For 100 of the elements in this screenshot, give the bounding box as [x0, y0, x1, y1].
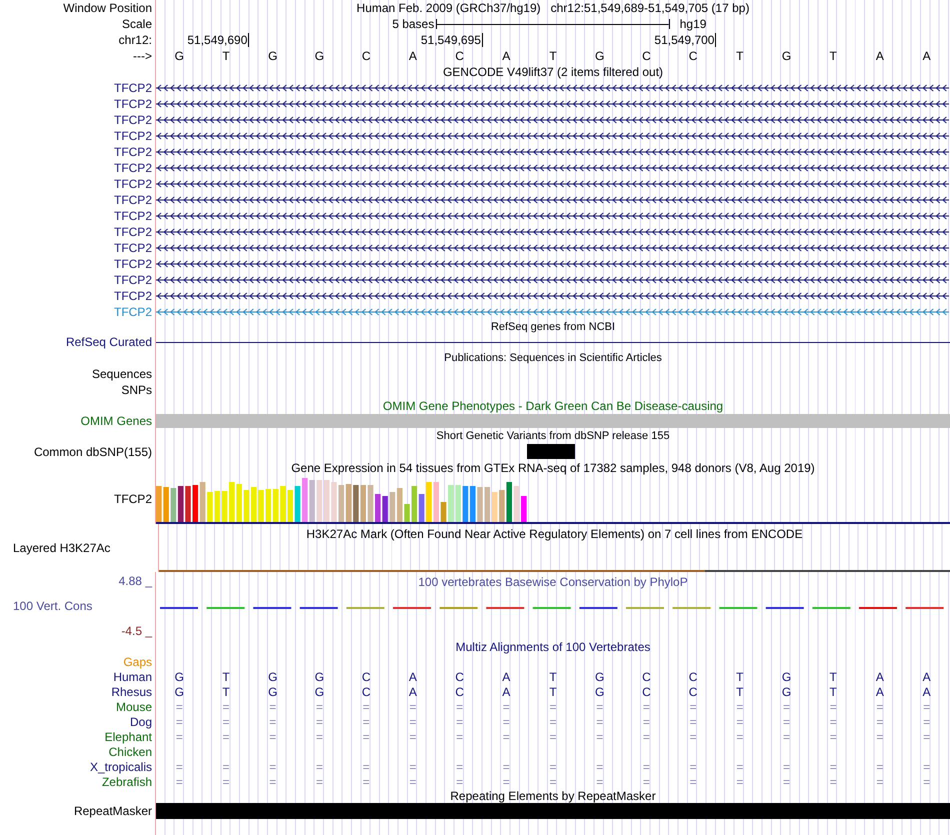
- gene-label[interactable]: TFCP2: [114, 177, 152, 191]
- gene-label[interactable]: TFCP2: [114, 225, 152, 239]
- species-label[interactable]: Chicken: [108, 744, 152, 758]
- gene-label[interactable]: TFCP2: [114, 241, 152, 255]
- base-letter: G: [268, 49, 278, 63]
- base-letter: G: [174, 684, 184, 698]
- base-letter: A: [502, 49, 510, 63]
- match-mark: =: [876, 774, 884, 788]
- match-mark: =: [222, 700, 230, 714]
- track-label[interactable]: TFCP2: [114, 492, 152, 506]
- match-mark: =: [783, 714, 790, 728]
- match-mark: =: [502, 700, 510, 714]
- match-mark: =: [690, 774, 697, 788]
- base-letter: C: [688, 49, 698, 63]
- base-letter: A: [876, 684, 884, 698]
- match-mark: =: [456, 714, 464, 728]
- match-mark: =: [736, 714, 744, 728]
- axis-min-label: -4.5 _: [121, 624, 152, 638]
- gene-label[interactable]: TFCP2: [114, 129, 152, 143]
- track-label: chr12:: [118, 32, 153, 48]
- track-label[interactable]: Sequences: [92, 367, 152, 381]
- species-label[interactable]: Elephant: [104, 730, 152, 744]
- track-title[interactable]: OMIM Gene Phenotypes - Dark Green Can Be Disease-causing: [382, 399, 724, 413]
- match-mark: =: [456, 760, 464, 774]
- base-letter: C: [455, 684, 464, 698]
- base-letter: G: [314, 684, 324, 698]
- scale-text: 5 bases: [392, 17, 436, 31]
- gene-label[interactable]: TFCP2: [114, 97, 152, 111]
- match-mark: =: [549, 774, 556, 788]
- track-title[interactable]: Repeating Elements by RepeatMasker: [450, 789, 656, 803]
- track-label[interactable]: RepeatMasker: [74, 804, 152, 818]
- match-mark: =: [596, 730, 604, 744]
- match-mark: =: [502, 760, 510, 774]
- base-letter: C: [362, 670, 370, 684]
- gene-label[interactable]: TFCP2: [114, 81, 152, 95]
- gene-label[interactable]: TFCP2: [114, 289, 152, 303]
- species-label[interactable]: Mouse: [116, 700, 152, 714]
- track-title[interactable]: Multiz Alignments of 100 Vertebrates: [456, 640, 650, 654]
- species-label[interactable]: Human: [113, 670, 152, 684]
- species-label[interactable]: Rhesus: [111, 684, 152, 698]
- base-letter: C: [362, 684, 370, 698]
- match-mark: =: [176, 700, 183, 714]
- track-title[interactable]: Short Genetic Variants from dbSNP release 155: [436, 430, 670, 442]
- position-label: 51,549,700: [654, 33, 716, 47]
- gene-label[interactable]: TFCP2: [114, 273, 152, 287]
- match-mark: =: [316, 774, 323, 788]
- track-label[interactable]: Layered H3K27Ac: [13, 541, 110, 555]
- match-mark: =: [549, 700, 556, 714]
- track-label: Scale: [120, 16, 153, 32]
- base-letter: G: [314, 670, 324, 684]
- track-title[interactable]: 100 vertebrates Basewise Conservation by PhyloP: [418, 575, 688, 589]
- base-letter: C: [455, 670, 464, 684]
- match-mark: =: [362, 700, 370, 714]
- match-mark: =: [409, 700, 416, 714]
- base-letter: A: [876, 670, 884, 684]
- track-label[interactable]: OMIM Genes: [80, 414, 152, 428]
- track-label[interactable]: SNPs: [121, 383, 152, 397]
- base-letter: A: [502, 670, 510, 684]
- base-letter: G: [782, 670, 792, 684]
- species-label[interactable]: X_tropicalis: [90, 760, 152, 774]
- match-mark: =: [456, 774, 464, 788]
- gene-label[interactable]: TFCP2: [114, 257, 152, 271]
- base-letter: G: [174, 49, 184, 63]
- track-label[interactable]: RefSeq Curated: [66, 335, 152, 349]
- gene-label[interactable]: TFCP2: [114, 305, 152, 319]
- match-mark: =: [222, 774, 230, 788]
- base-letter: A: [408, 670, 417, 684]
- track-title[interactable]: Gene Expression in 54 tissues from GTEx RNA-seq of 17382 samples, 948 donors (V8, Aug 2019): [291, 461, 815, 475]
- match-mark: =: [222, 760, 230, 774]
- gene-label[interactable]: TFCP2: [114, 161, 152, 175]
- match-mark: =: [830, 700, 837, 714]
- base-letter: C: [362, 49, 370, 63]
- track-label[interactable]: Common dbSNP(155): [34, 445, 152, 459]
- match-mark: =: [269, 774, 276, 788]
- gene-label[interactable]: TFCP2: [114, 209, 152, 223]
- match-mark: =: [549, 730, 556, 744]
- match-mark: =: [596, 700, 604, 714]
- match-mark: =: [316, 700, 323, 714]
- track-title[interactable]: RefSeq genes from NCBI: [490, 320, 616, 334]
- track-label[interactable]: 100 Vert. Cons: [0, 599, 92, 613]
- position-label: 51,549,690: [187, 33, 250, 47]
- track-title[interactable]: Publications: Sequences in Scientific Articles: [444, 352, 662, 364]
- track-title[interactable]: H3K27Ac Mark (Often Found Near Active Regulatory Elements) on 7 cell lines from ENCODE: [306, 527, 803, 541]
- position-label: 51,549,695: [420, 33, 483, 47]
- match-mark: =: [409, 730, 416, 744]
- match-mark: =: [176, 714, 183, 728]
- match-mark: =: [876, 730, 884, 744]
- gene-label[interactable]: TFCP2: [114, 145, 152, 159]
- gene-label[interactable]: TFCP2: [114, 193, 152, 207]
- gene-label[interactable]: TFCP2: [114, 113, 152, 127]
- match-mark: =: [736, 760, 744, 774]
- track-title[interactable]: GENCODE V49lift37 (2 items filtered out): [442, 65, 664, 79]
- match-mark: =: [456, 730, 464, 744]
- base-letter: T: [549, 684, 557, 698]
- match-mark: =: [176, 774, 183, 788]
- species-label[interactable]: Dog: [130, 714, 152, 728]
- track-label: Window Position: [62, 0, 153, 16]
- match-mark: =: [690, 730, 697, 744]
- base-letter: T: [222, 49, 230, 63]
- species-label[interactable]: Zebrafish: [102, 774, 152, 788]
